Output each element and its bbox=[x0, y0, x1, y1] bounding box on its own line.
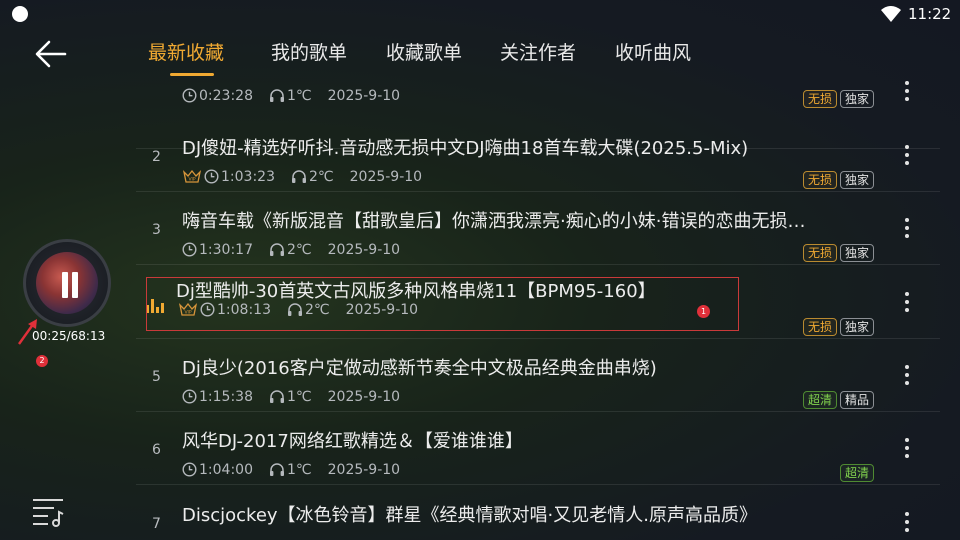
clock-icon bbox=[182, 88, 199, 104]
added-date: 2025-9-10 bbox=[327, 242, 401, 258]
vip-icon: VIP bbox=[178, 302, 200, 318]
track-list: 0:23:28 1℃ 2025-9-10 无损 独家 2 DJ傻妞-精选好听抖.音动感无损中… bbox=[136, 80, 940, 540]
more-options-icon[interactable] bbox=[902, 435, 912, 461]
quality-tag: 超清 bbox=[839, 463, 874, 482]
quality-tag: 独家 bbox=[839, 89, 874, 108]
added-date: 2025-9-10 bbox=[349, 169, 423, 185]
track-meta: VIP 1:08:13 2℃ 2025-9-10 bbox=[178, 302, 434, 320]
track-tags: 超清 bbox=[837, 462, 874, 482]
quality-tag: 无损 bbox=[802, 317, 837, 336]
track-meta: 1:15:38 1℃ 2025-9-10 bbox=[182, 389, 416, 407]
track-number: 5 bbox=[152, 369, 161, 385]
duration: 0:23:28 bbox=[182, 88, 253, 104]
track-tags: 无损 独家 bbox=[800, 88, 874, 108]
clock-icon bbox=[182, 242, 199, 258]
back-arrow-icon[interactable] bbox=[34, 38, 68, 70]
track-title: Discjockey【冰色铃音】群星《经典情歌对唱·又见老情人.原声高品质》 bbox=[182, 505, 757, 526]
duration: 1:30:17 bbox=[182, 242, 253, 258]
vip-icon: VIP bbox=[182, 169, 204, 185]
annotation-badge-2: 2 bbox=[36, 355, 48, 367]
track-meta: VIP 1:03:23 2℃ 2025-9-10 bbox=[182, 169, 438, 187]
status-time: 11:22 bbox=[908, 5, 952, 23]
tab-favorite-playlists[interactable]: 收藏歌单 bbox=[386, 38, 462, 65]
track-title: 风华DJ-2017网络红歌精选＆【爱谁谁谁】 bbox=[182, 431, 523, 452]
track-number: 7 bbox=[152, 516, 161, 532]
more-options-icon[interactable] bbox=[902, 142, 912, 168]
quality-tag: 独家 bbox=[839, 317, 874, 336]
added-date: 2025-9-10 bbox=[327, 389, 401, 405]
track-row[interactable]: 5 Dj良少(2016客户定做动感新节奏全中文极品经典金曲串烧) 1:15:38 1℃… bbox=[136, 339, 940, 412]
more-options-icon[interactable] bbox=[902, 78, 912, 104]
listen-count: 1℃ bbox=[269, 389, 312, 405]
clock-icon bbox=[182, 389, 199, 405]
added-date: 2025-9-10 bbox=[327, 88, 401, 104]
track-row[interactable]: 6 风华DJ-2017网络红歌精选＆【爱谁谁谁】 1:04:00 1℃ 2025-9-1… bbox=[136, 412, 940, 485]
track-row[interactable]: 2 DJ傻妞-精选好听抖.音动感无损中文DJ嗨曲18首车载大碟(2025.5-Mi… bbox=[136, 119, 940, 192]
track-meta: 1:04:00 1℃ 2025-9-10 bbox=[182, 462, 416, 480]
annotation-badge-1: 1 bbox=[697, 305, 710, 318]
quality-tag: 独家 bbox=[839, 170, 874, 189]
track-row[interactable]: Dj型酷帅-30首英文古风版多种风格串烧11【BPM95-160】 VIP 1:08… bbox=[136, 266, 940, 339]
added-date: 2025-9-10 bbox=[327, 462, 401, 478]
tab-my-playlists[interactable]: 我的歌单 bbox=[271, 38, 347, 65]
track-title: 嗨音车载《新版混音【甜歌皇后】你潇洒我漂亮·痴心的小妹·错误的恋曲无损… bbox=[182, 211, 806, 232]
listen-count: 1℃ bbox=[269, 88, 312, 104]
track-title: DJ傻妞-精选好听抖.音动感无损中文DJ嗨曲18首车载大碟(2025.5-Mix… bbox=[182, 138, 749, 159]
more-options-icon[interactable] bbox=[902, 509, 912, 535]
listen-count: 2℃ bbox=[287, 302, 330, 318]
added-date: 2025-9-10 bbox=[345, 302, 419, 318]
quality-tag: 无损 bbox=[802, 89, 837, 108]
more-options-icon[interactable] bbox=[902, 362, 912, 388]
track-number: 6 bbox=[152, 442, 161, 458]
wifi-icon bbox=[881, 6, 901, 22]
tab-followed-authors[interactable]: 关注作者 bbox=[500, 38, 576, 65]
clock-icon bbox=[204, 169, 221, 185]
track-tags: 无损 独家 bbox=[800, 316, 874, 336]
now-playing-disc[interactable] bbox=[23, 239, 111, 327]
playlist-icon[interactable] bbox=[30, 496, 66, 528]
headphones-icon bbox=[291, 169, 309, 185]
notification-dot-icon bbox=[12, 6, 28, 22]
listen-count: 2℃ bbox=[269, 242, 312, 258]
svg-text:VIP: VIP bbox=[184, 310, 191, 316]
quality-tag: 独家 bbox=[839, 243, 874, 262]
quality-tag: 精品 bbox=[839, 390, 874, 409]
quality-tag: 无损 bbox=[802, 170, 837, 189]
clock-icon bbox=[182, 462, 199, 478]
track-number: 2 bbox=[152, 149, 161, 165]
headphones-icon bbox=[269, 389, 287, 405]
status-bar: 11:22 bbox=[0, 0, 960, 28]
track-row[interactable]: 3 嗨音车载《新版混音【甜歌皇后】你潇洒我漂亮·痴心的小妹·错误的恋曲无损… 1:3… bbox=[136, 192, 940, 265]
quality-tag: 无损 bbox=[802, 243, 837, 262]
track-tags: 超清 精品 bbox=[800, 389, 874, 409]
quality-tag: 超清 bbox=[802, 390, 837, 409]
duration: 1:03:23 bbox=[204, 169, 275, 185]
track-row[interactable]: 7 Discjockey【冰色铃音】群星《经典情歌对唱·又见老情人.原声高品质》 bbox=[136, 486, 940, 540]
duration: 1:04:00 bbox=[182, 462, 253, 478]
track-meta: 0:23:28 1℃ 2025-9-10 bbox=[182, 88, 416, 106]
track-number: 3 bbox=[152, 222, 161, 238]
more-options-icon[interactable] bbox=[902, 215, 912, 241]
duration: 1:08:13 bbox=[200, 302, 271, 318]
pause-icon[interactable] bbox=[59, 272, 81, 298]
tab-listening-genres[interactable]: 收听曲风 bbox=[615, 38, 691, 65]
track-tags: 无损 独家 bbox=[800, 169, 874, 189]
listen-count: 1℃ bbox=[269, 462, 312, 478]
clock-icon bbox=[200, 302, 217, 318]
headphones-icon bbox=[269, 462, 287, 478]
headphones-icon bbox=[287, 302, 305, 318]
listen-count: 2℃ bbox=[291, 169, 334, 185]
svg-text:VIP: VIP bbox=[188, 177, 195, 183]
track-title: Dj良少(2016客户定做动感新节奏全中文极品经典金曲串烧) bbox=[182, 358, 657, 379]
headphones-icon bbox=[269, 242, 287, 258]
now-playing-equalizer-icon bbox=[146, 299, 164, 313]
tab-latest-favorites[interactable]: 最新收藏 bbox=[148, 38, 224, 65]
track-title: Dj型酷帅-30首英文古风版多种风格串烧11【BPM95-160】 bbox=[176, 281, 656, 302]
more-options-icon[interactable] bbox=[902, 289, 912, 315]
track-meta: 1:30:17 2℃ 2025-9-10 bbox=[182, 242, 416, 260]
headphones-icon bbox=[269, 88, 287, 104]
duration: 1:15:38 bbox=[182, 389, 253, 405]
track-tags: 无损 独家 bbox=[800, 242, 874, 262]
playback-progress: 00:25/68:13 bbox=[32, 329, 106, 343]
